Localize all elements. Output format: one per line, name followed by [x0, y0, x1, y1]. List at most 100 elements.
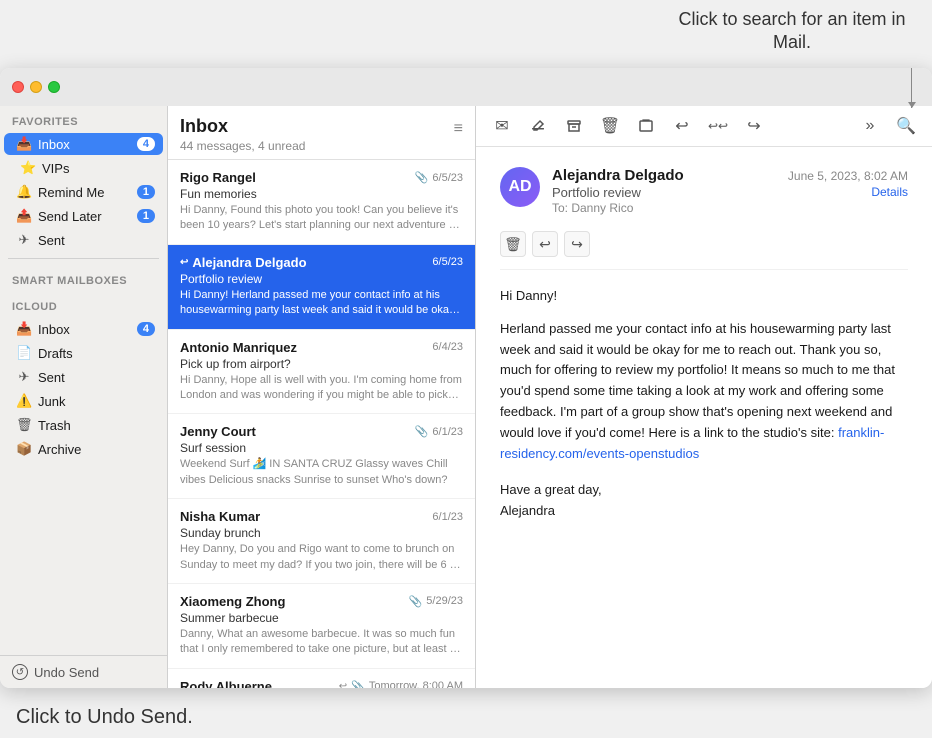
msg-preview: Hi Danny, Found this photo you took! Can… — [180, 203, 463, 234]
move-button[interactable] — [632, 112, 660, 140]
msg-preview: Weekend Surf 🏄 IN SANTA CRUZ Glassy wave… — [180, 457, 463, 488]
sidebar-item-vips[interactable]: ⭐ VIPs — [8, 157, 163, 179]
email-reply-button[interactable]: ↩ — [532, 231, 558, 257]
details-link[interactable]: Details — [788, 185, 908, 199]
email-subject-line: Portfolio review — [552, 185, 788, 200]
message-item[interactable]: Xiaomeng Zhong 📎 5/29/23 Summer barbecue… — [168, 584, 475, 669]
sidebar-item-send-later[interactable]: 📤 Send Later 1 — [4, 205, 163, 227]
msg-date: 6/4/23 — [432, 341, 463, 353]
attach-icon: 📎 — [415, 171, 429, 184]
msg-sender: Antonio Manriquez — [180, 340, 297, 355]
message-item[interactable]: ↩ Alejandra Delgado 6/5/23 Portfolio rev… — [168, 245, 475, 330]
sidebar-item-sent-icloud[interactable]: ✈ Sent — [4, 366, 163, 388]
sidebar-item-drafts[interactable]: 📄 Drafts — [4, 342, 163, 364]
fullscreen-button[interactable] — [48, 81, 60, 93]
email-detail-content: AD Alejandra Delgado Portfolio review To… — [476, 147, 932, 688]
message-item[interactable]: Rigo Rangel 📎 6/5/23 Fun memories Hi Dan… — [168, 160, 475, 245]
message-list-header: Inbox 44 messages, 4 unread ≡ — [168, 106, 475, 160]
archive-button[interactable] — [560, 112, 588, 140]
msg-preview: Hi Danny, Hope all is well with you. I'm… — [180, 373, 463, 404]
close-button[interactable] — [12, 81, 24, 93]
reply-all-button[interactable]: ↩↩ — [704, 112, 732, 140]
callout-line-top — [911, 68, 912, 108]
filter-icon[interactable]: ≡ — [454, 120, 463, 138]
msg-sender: Jenny Court — [180, 424, 256, 439]
message-item[interactable]: Antonio Manriquez 6/4/23 Pick up from ai… — [168, 330, 475, 415]
compose-button[interactable] — [524, 112, 552, 140]
msg-date: 6/5/23 — [432, 172, 463, 184]
reply-button[interactable]: ↩ — [668, 112, 696, 140]
email-body: Hi Danny! Herland passed me your contact… — [500, 286, 908, 522]
msg-date: Tomorrow, 8:00 AM — [369, 680, 463, 688]
remind-icon: 🔔 — [16, 184, 32, 200]
minimize-button[interactable] — [30, 81, 42, 93]
body-greeting: Hi Danny! — [500, 286, 908, 307]
reply-icon: ↩ — [339, 681, 347, 688]
sidebar: Favorites 📥 Inbox 4 ⭐ VIPs 🔔 Remind Me 1… — [0, 106, 168, 688]
msg-date: 6/1/23 — [432, 511, 463, 523]
msg-sender: Rody Albuerne — [180, 679, 272, 688]
send-later-icon: 📤 — [16, 208, 32, 224]
message-item[interactable]: Nisha Kumar 6/1/23 Sunday brunch Hey Dan… — [168, 499, 475, 584]
attach-icon: 📎 — [351, 680, 365, 688]
msg-sender: Xiaomeng Zhong — [180, 594, 285, 609]
email-forward-button[interactable]: ↪ — [564, 231, 590, 257]
icloud-label: iCloud — [0, 291, 167, 317]
sender-avatar: AD — [500, 167, 540, 207]
msg-subject: Surf session — [180, 441, 463, 455]
sidebar-item-inbox-icloud[interactable]: 📥 Inbox 4 — [4, 318, 163, 340]
detail-toolbar: ✉ 🗑 ↩ ↩↩ ↪ » 🔍 — [476, 106, 932, 147]
junk-icon: ⚠️ — [16, 393, 32, 409]
inbox-icloud-icon: 📥 — [16, 321, 32, 337]
inbox-icon: 📥 — [16, 136, 32, 152]
favorites-label: Favorites — [0, 106, 167, 132]
email-header: AD Alejandra Delgado Portfolio review To… — [500, 167, 908, 215]
email-signature: Have a great day,Alejandra — [500, 480, 908, 522]
sidebar-item-trash[interactable]: 🗑 Trash — [4, 414, 163, 436]
sidebar-item-remind-me[interactable]: 🔔 Remind Me 1 — [4, 181, 163, 203]
message-item[interactable]: Rody Albuerne ↩ 📎 Tomorrow, 8:00 AM Baki… — [168, 669, 475, 688]
undo-send-callout: Click to Undo Send. — [0, 696, 260, 738]
detail-pane: ✉ 🗑 ↩ ↩↩ ↪ » 🔍 — [476, 106, 932, 688]
attach-icon: 📎 — [409, 595, 423, 608]
search-callout: Click to search for an item in Mail. — [652, 0, 932, 63]
messages-container: Rigo Rangel 📎 6/5/23 Fun memories Hi Dan… — [168, 160, 475, 688]
msg-sender: ↩ Alejandra Delgado — [180, 255, 307, 270]
drafts-icon: 📄 — [16, 345, 32, 361]
message-item[interactable]: Jenny Court 📎 6/1/23 Surf session Weeken… — [168, 414, 475, 499]
sidebar-item-archive[interactable]: 📦 Archive — [4, 438, 163, 460]
traffic-lights — [12, 81, 60, 93]
email-trash-button[interactable]: 🗑 — [500, 231, 526, 257]
new-message-button[interactable]: ✉ — [488, 112, 516, 140]
body-main: Herland passed me your contact info at h… — [500, 319, 908, 465]
undo-send-icon: ↺ — [12, 664, 28, 680]
forward-button[interactable]: ↪ — [740, 112, 768, 140]
archive-sidebar-icon: 📦 — [16, 441, 32, 457]
email-date-details: June 5, 2023, 8:02 AM Details — [788, 167, 908, 199]
msg-sender: Rigo Rangel — [180, 170, 256, 185]
attach-icon: 📎 — [415, 425, 429, 438]
sidebar-item-junk[interactable]: ⚠️ Junk — [4, 390, 163, 412]
msg-date: 6/5/23 — [432, 256, 463, 268]
msg-subject: Fun memories — [180, 187, 463, 201]
smart-mailboxes-label: Smart Mailboxes — [0, 265, 167, 291]
email-to: To: Danny Rico — [552, 201, 788, 215]
message-list: Inbox 44 messages, 4 unread ≡ Rigo Range… — [168, 106, 476, 688]
msg-subject: Summer barbecue — [180, 611, 463, 625]
msg-preview: Hi Danny! Herland passed me your contact… — [180, 288, 463, 319]
email-action-bar: 🗑 ↩ ↪ — [500, 231, 908, 270]
msg-subject: Pick up from airport? — [180, 357, 463, 371]
inbox-title: Inbox — [180, 116, 305, 137]
title-bar — [0, 68, 932, 106]
email-meta: Alejandra Delgado Portfolio review To: D… — [552, 167, 788, 215]
search-button[interactable]: 🔍 — [892, 112, 920, 140]
more-button[interactable]: » — [856, 112, 884, 140]
sidebar-item-sent-fav[interactable]: ✈ Sent — [4, 229, 163, 251]
sent-icloud-icon: ✈ — [16, 369, 32, 385]
sidebar-item-inbox-fav[interactable]: 📥 Inbox 4 — [4, 133, 163, 155]
trash-button[interactable]: 🗑 — [596, 112, 624, 140]
studio-link[interactable]: franklin-residency.com/events-openstudio… — [500, 425, 884, 461]
email-from: Alejandra Delgado — [552, 167, 788, 184]
undo-send-button[interactable]: ↺ Undo Send — [0, 655, 167, 688]
sidebar-divider-1 — [8, 258, 159, 259]
